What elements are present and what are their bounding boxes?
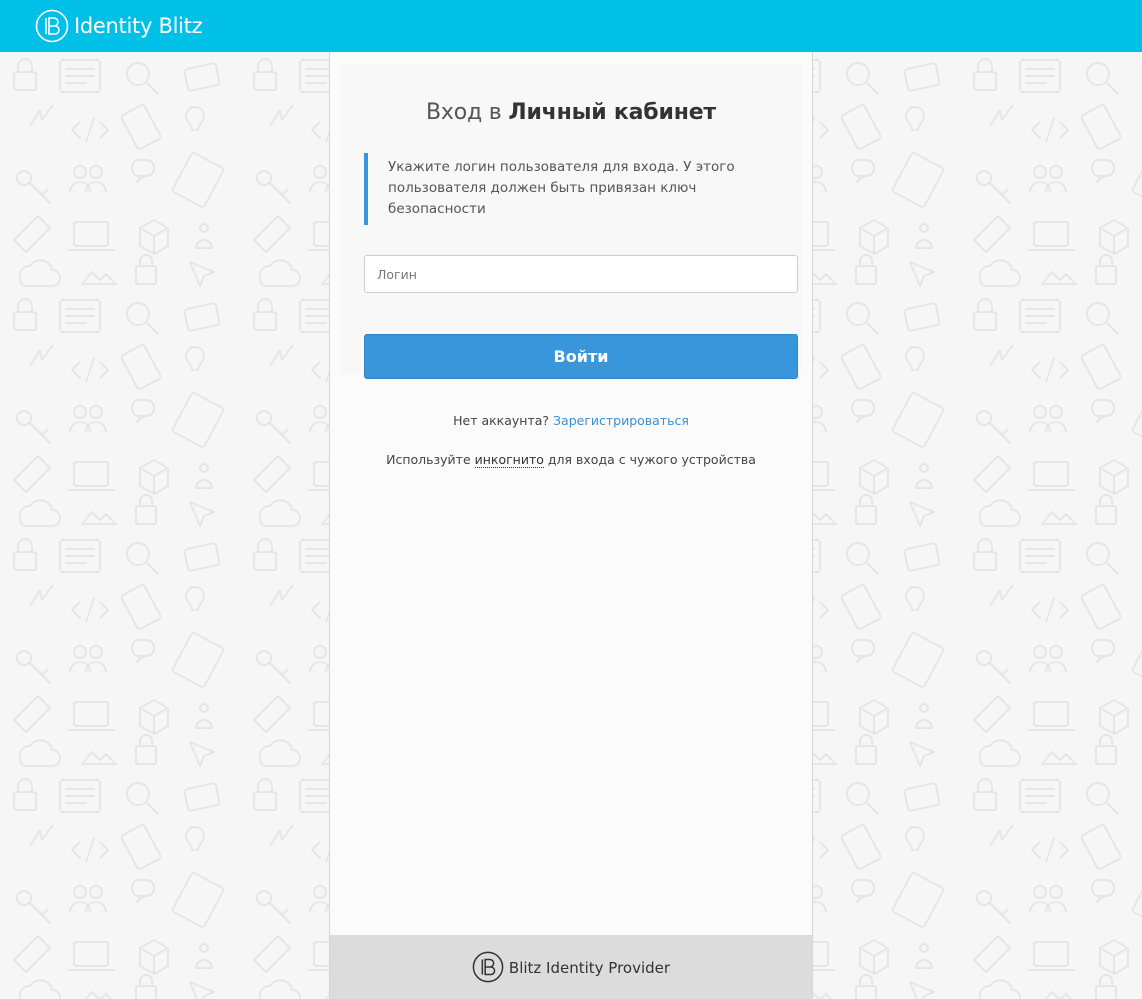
- top-bar: Identity Blitz: [0, 0, 1142, 52]
- incognito-link[interactable]: инкогнито: [474, 452, 544, 468]
- login-input[interactable]: [364, 255, 798, 293]
- incognito-suffix: для входа с чужого устройства: [547, 452, 756, 467]
- register-prompt: Нет аккаунта?: [453, 413, 550, 428]
- footer-text: Blitz Identity Provider: [508, 958, 671, 977]
- login-title: Вход в Личный кабинет: [340, 100, 802, 125]
- brand-name: Identity Blitz: [74, 14, 203, 38]
- register-line: Нет аккаунта? Зарегистрироваться: [330, 413, 812, 428]
- login-hint: Укажите логин пользователя для входа. У …: [364, 153, 758, 225]
- login-title-prefix: Вход в: [426, 100, 502, 125]
- login-submit-button[interactable]: Войти: [364, 334, 798, 379]
- incognito-prefix: Используйте: [386, 452, 471, 467]
- blitz-logo-icon: [35, 9, 69, 43]
- register-link[interactable]: Зарегистрироваться: [553, 413, 689, 428]
- footer: Blitz Identity Provider: [330, 935, 812, 999]
- login-title-emphasis: Личный кабинет: [508, 100, 716, 125]
- login-panel: Вход в Личный кабинет Укажите логин поль…: [329, 52, 813, 999]
- blitz-footer-logo-icon: [472, 951, 504, 983]
- brand-link[interactable]: Identity Blitz: [35, 9, 203, 43]
- incognito-line: Используйте инкогнито для входа с чужого…: [330, 452, 812, 468]
- login-card: Вход в Личный кабинет Укажите логин поль…: [340, 64, 802, 379]
